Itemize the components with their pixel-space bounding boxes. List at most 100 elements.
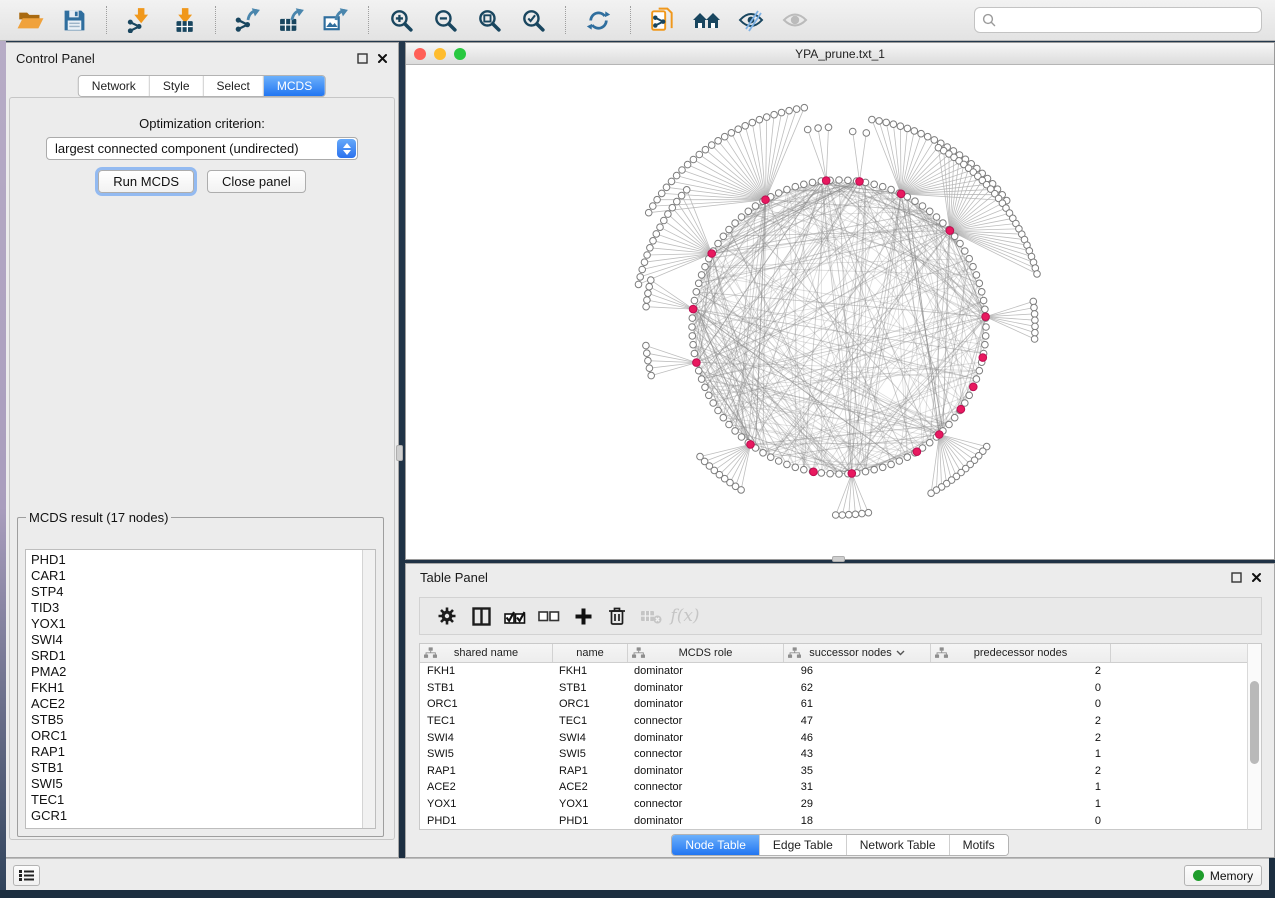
table-row[interactable]: SWI4SWI4dominator462: [420, 729, 1248, 746]
mcds-node-item[interactable]: TID3: [26, 600, 375, 616]
tab-motifs[interactable]: Motifs: [949, 835, 1008, 855]
mcds-node-item[interactable]: ACE2: [26, 696, 375, 712]
add-column-button[interactable]: [566, 601, 600, 631]
mcds-node-item[interactable]: FKH1: [26, 680, 375, 696]
criterion-dropdown[interactable]: largest connected component (undirected): [46, 137, 358, 160]
table-scrollbar[interactable]: [1247, 643, 1262, 830]
table-row[interactable]: YOX1YOX1connector291: [420, 796, 1248, 813]
deselect-all-rows-button[interactable]: [532, 601, 566, 631]
import-network-button[interactable]: [121, 3, 157, 37]
table-scrollbar-thumb[interactable]: [1250, 681, 1259, 764]
mcds-node-item[interactable]: SWI4: [26, 632, 375, 648]
tab-node-table[interactable]: Node Table: [672, 835, 759, 855]
table-row[interactable]: ACE2ACE2connector311: [420, 779, 1248, 796]
export-network-button[interactable]: [230, 3, 266, 37]
close-panel-button[interactable]: Close panel: [207, 170, 306, 193]
close-panel-icon[interactable]: [377, 53, 388, 64]
duplicate-network-button[interactable]: [645, 3, 681, 37]
column-header-successor-nodes[interactable]: successor nodes: [784, 644, 931, 662]
tab-network-table[interactable]: Network Table: [846, 835, 949, 855]
memory-button[interactable]: Memory: [1184, 865, 1262, 886]
mcds-node-item[interactable]: SRD1: [26, 648, 375, 664]
save-session-button[interactable]: [56, 3, 92, 37]
graph-node: [650, 238, 657, 245]
open-file-button[interactable]: [12, 3, 48, 37]
float-panel-icon[interactable]: [357, 53, 368, 64]
cell: SWI5: [553, 748, 628, 760]
export-network-icon: [235, 7, 261, 33]
table-row[interactable]: SWI5SWI5connector431: [420, 746, 1248, 763]
mcds-node-item[interactable]: STP4: [26, 584, 375, 600]
cell: 29: [784, 798, 931, 810]
graph-node: [647, 245, 654, 252]
column-header-MCDS-role[interactable]: MCDS role: [628, 644, 784, 662]
vertical-splitter-handle[interactable]: [396, 445, 403, 461]
table-row[interactable]: RAP1RAP1dominator352: [420, 763, 1248, 780]
first-neighbors-button[interactable]: [689, 3, 725, 37]
table-row[interactable]: FKH1FKH1dominator962: [420, 663, 1248, 680]
graph-node: [646, 283, 653, 290]
column-header-name[interactable]: name: [553, 644, 628, 662]
zoom-fit-content-button[interactable]: [471, 3, 507, 37]
graph-node: [691, 297, 698, 304]
graph-node: [771, 111, 778, 118]
refresh-network-button[interactable]: [580, 3, 616, 37]
zoom-out-button[interactable]: [427, 3, 463, 37]
delete-table-button[interactable]: [634, 601, 668, 631]
search-input[interactable]: [1002, 13, 1254, 27]
import-table-button[interactable]: [165, 3, 201, 37]
mcds-node-item[interactable]: YOX1: [26, 616, 375, 632]
table-row[interactable]: PHD1PHD1dominator180: [420, 812, 1248, 829]
mcds-node-item[interactable]: STB1: [26, 760, 375, 776]
mcds-node-item[interactable]: CAR1: [26, 568, 375, 584]
mcds-node-item[interactable]: TEC1: [26, 792, 375, 808]
table-row[interactable]: TEC1TEC1connector472: [420, 713, 1248, 730]
cell: connector: [628, 781, 784, 793]
network-titlebar[interactable]: YPA_prune.txt_1: [406, 43, 1274, 65]
select-all-rows-button[interactable]: [498, 601, 532, 631]
show-hidden-button[interactable]: [777, 3, 813, 37]
graph-node: [973, 376, 980, 383]
mcds-node-item[interactable]: ORC1: [26, 728, 375, 744]
status-bar: Memory: [6, 858, 1269, 890]
cell: dominator: [628, 682, 784, 694]
delete-column-button[interactable]: [600, 601, 634, 631]
network-canvas[interactable]: [406, 65, 1274, 559]
tab-select[interactable]: Select: [203, 76, 263, 96]
table-settings-button[interactable]: [430, 601, 464, 631]
toggle-columns-button[interactable]: [464, 601, 498, 631]
mcds-node-item[interactable]: RAP1: [26, 744, 375, 760]
horizontal-splitter-handle[interactable]: [832, 556, 845, 562]
column-header-shared-name[interactable]: shared name: [420, 644, 553, 662]
table-row[interactable]: ORC1ORC1dominator610: [420, 696, 1248, 713]
tab-style[interactable]: Style: [149, 76, 203, 96]
mcds-list-scrollbar[interactable]: [362, 550, 375, 828]
hide-selected-button[interactable]: [733, 3, 769, 37]
close-table-panel-icon[interactable]: [1251, 572, 1262, 583]
criterion-dropdown-value: largest connected component (undirected): [47, 141, 337, 156]
float-table-panel-icon[interactable]: [1231, 572, 1242, 583]
search-box[interactable]: [974, 7, 1262, 33]
run-mcds-button[interactable]: Run MCDS: [98, 170, 194, 193]
mcds-node-item[interactable]: STB5: [26, 712, 375, 728]
task-history-button[interactable]: [13, 865, 40, 886]
zoom-in-button[interactable]: [383, 3, 419, 37]
mcds-node-item[interactable]: SWI5: [26, 776, 375, 792]
toolbar-buttons: [0, 3, 817, 37]
function-builder-button[interactable]: f(x): [668, 601, 702, 631]
export-image-button[interactable]: [318, 3, 354, 37]
graph-node: [646, 365, 653, 372]
tab-mcds[interactable]: MCDS: [263, 76, 325, 96]
zoom-selected-button[interactable]: [515, 3, 551, 37]
export-table-button[interactable]: [274, 3, 310, 37]
column-header-predecessor-nodes[interactable]: predecessor nodes: [931, 644, 1111, 662]
table-row[interactable]: STB1STB1dominator620: [420, 680, 1248, 697]
mcds-node-item[interactable]: PHD1: [26, 552, 375, 568]
cell: SWI4: [420, 732, 553, 744]
graph-node: [871, 181, 878, 188]
tab-network[interactable]: Network: [79, 76, 149, 96]
mcds-node-item[interactable]: GCR1: [26, 808, 375, 824]
mcds-node-item[interactable]: PMA2: [26, 664, 375, 680]
mcds-result-list[interactable]: PHD1CAR1STP4TID3YOX1SWI4SRD1PMA2FKH1ACE2…: [25, 549, 376, 829]
tab-edge-table[interactable]: Edge Table: [759, 835, 846, 855]
